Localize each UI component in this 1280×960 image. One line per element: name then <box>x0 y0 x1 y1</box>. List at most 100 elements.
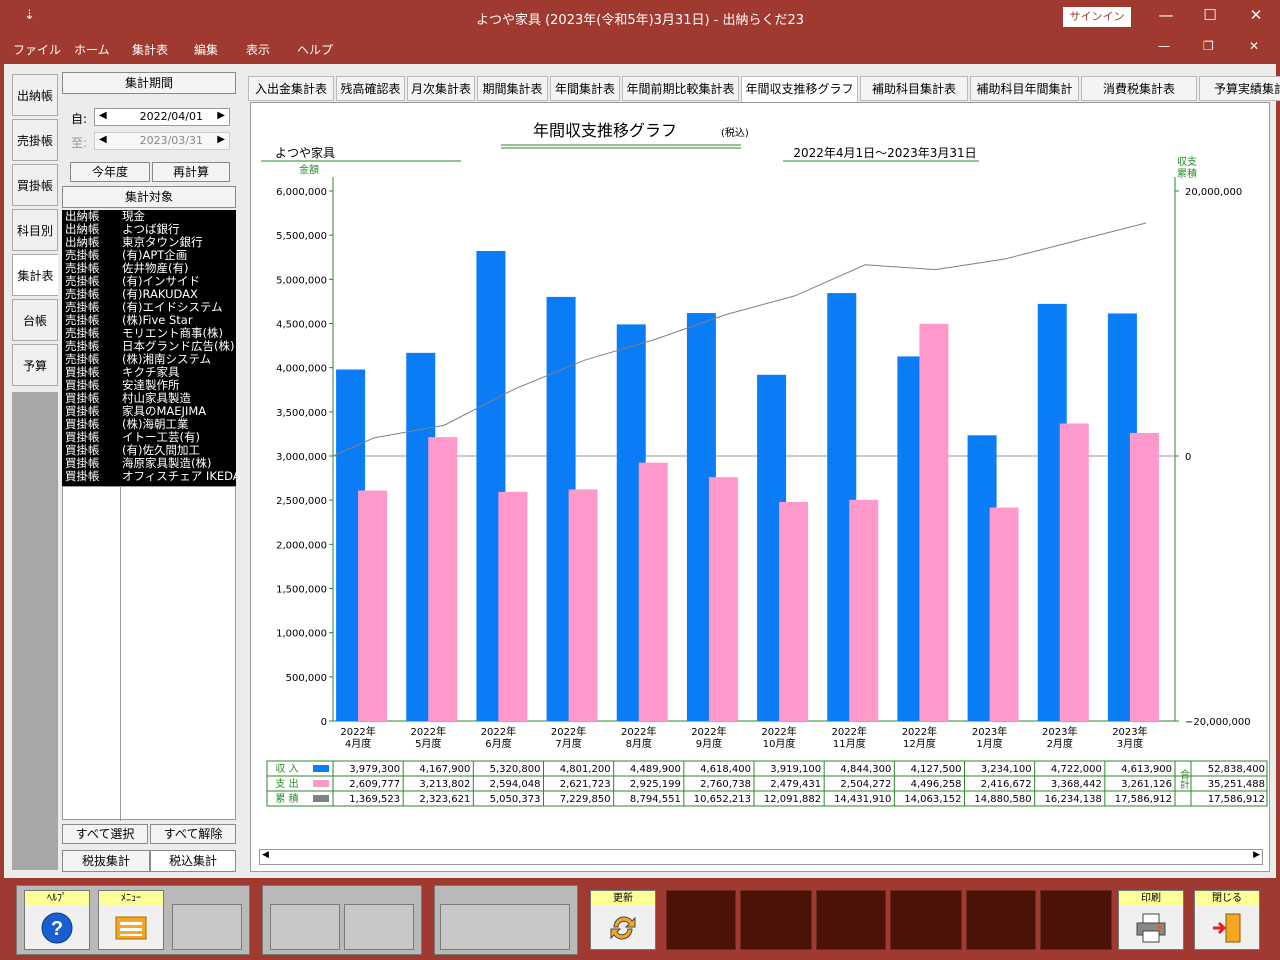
y2-axis-label: 累積 <box>1177 167 1197 180</box>
to-date-field[interactable]: ◀ 2023/03/31 ▶ <box>94 132 230 150</box>
report-tab[interactable]: 予算実績集計表 <box>1199 76 1280 101</box>
tax-excl-tab[interactable]: 税抜集計 <box>62 850 150 872</box>
table-cell: 14,063,152 <box>904 794 961 805</box>
report-tab[interactable]: 補助科目年間集計表 <box>970 76 1079 120</box>
report-tab[interactable]: 消費税集計表 <box>1081 76 1197 101</box>
expense-bar <box>849 499 879 721</box>
close-icon[interactable]: ✕ <box>1244 6 1268 28</box>
y-tick-label: 3,500,000 <box>276 408 327 419</box>
side-tab-payable[interactable]: 買掛帳 <box>12 164 58 206</box>
x-tick-label-month: 12月度 <box>903 737 936 750</box>
horizontal-scrollbar[interactable]: ◀ ▶ <box>259 849 1263 865</box>
menu-home[interactable]: ホーム <box>74 41 110 58</box>
menu-edit[interactable]: 編集 <box>194 41 218 58</box>
target-row[interactable]: 買掛帳 オフィスチェア IKEDA <box>62 470 241 483</box>
table-cell: 4,127,500 <box>911 764 962 775</box>
y2-tick-label: −20,000,000 <box>1185 717 1251 728</box>
table-cell: 8,794,551 <box>630 794 681 805</box>
refresh-label: 更新 <box>591 891 655 906</box>
side-tab-receivable[interactable]: 売掛帳 <box>12 119 58 161</box>
y2-axis-label: 収支 <box>1177 156 1197 168</box>
menu-file[interactable]: ファイル <box>13 41 61 58</box>
table-cell: 5,320,800 <box>490 764 541 775</box>
x-tick-label-month: 11月度 <box>833 737 866 750</box>
y-tick-label: 500,000 <box>286 673 327 684</box>
tax-incl-tab[interactable]: 税込集計 <box>150 850 236 872</box>
empty-slot <box>270 904 340 950</box>
mdi-close-icon[interactable]: ✕ <box>1249 39 1259 53</box>
menu-view[interactable]: 表示 <box>246 41 270 58</box>
y-axis-label: 金額 <box>299 163 319 176</box>
menu-bar: ファイル ホーム 集計表 編集 表示 ヘルプ — ❐ ✕ <box>0 36 1280 62</box>
report-tab[interactable]: 年間収支推移グラフ <box>741 76 858 103</box>
empty-slot <box>966 890 1036 950</box>
client-area: 出納帳 売掛帳 買掛帳 科目別 集計表 台帳 予算 集計期間 自: ◀ 2022… <box>4 64 1280 878</box>
help-button[interactable]: ﾍﾙﾌﾟ ? <box>24 890 90 950</box>
series-name: 支 出 <box>275 777 298 790</box>
report-tab[interactable]: 期間集計表 <box>477 76 548 101</box>
report-tab[interactable]: 補助科目集計表 <box>860 76 968 101</box>
next-date-icon[interactable]: ▶ <box>217 110 225 121</box>
this-year-button[interactable]: 今年度 <box>70 162 150 182</box>
close-button[interactable]: 閉じる <box>1194 890 1260 950</box>
table-cell: 4,844,300 <box>840 764 891 775</box>
x-tick-label-year: 2022年 <box>411 725 446 738</box>
side-tab-budget[interactable]: 予算 <box>12 344 58 386</box>
y-tick-label: 2,000,000 <box>276 540 327 551</box>
table-total-cell: 52,838,400 <box>1208 764 1265 775</box>
menu-help[interactable]: ヘルプ <box>297 41 333 58</box>
scroll-right-icon[interactable]: ▶ <box>1253 850 1260 860</box>
signin-button[interactable]: サインイン <box>1063 7 1131 27</box>
report-tab[interactable]: 入出金集計表 <box>248 76 334 101</box>
expense-bar <box>989 507 1019 721</box>
table-cell: 4,722,000 <box>1051 764 1102 775</box>
next-date-icon[interactable]: ▶ <box>217 134 225 145</box>
mdi-minimize-icon[interactable]: — <box>1158 39 1170 53</box>
x-tick-label-month: 6月度 <box>485 737 511 750</box>
expense-bar <box>919 323 949 721</box>
series-swatch <box>313 765 329 772</box>
menu-summary[interactable]: 集計表 <box>132 41 168 58</box>
select-all-button[interactable]: すべて選択 <box>62 824 148 844</box>
mdi-restore-icon[interactable]: ❐ <box>1203 39 1214 53</box>
y-tick-label: 4,000,000 <box>276 364 327 375</box>
report-tab[interactable]: 年間前期比較集計表 <box>622 76 739 101</box>
report-tab[interactable]: 年間集計表 <box>550 76 620 101</box>
prev-date-icon[interactable]: ◀ <box>99 134 107 145</box>
maximize-icon[interactable]: ☐ <box>1198 6 1222 28</box>
menu-button[interactable]: ﾒﾆｭｰ <box>98 890 164 950</box>
minimize-icon[interactable]: — <box>1154 6 1178 28</box>
empty-slot <box>666 890 736 950</box>
to-date-value: 2023/03/31 <box>139 134 203 147</box>
side-tab-summary[interactable]: 集計表 <box>12 254 58 296</box>
expense-bar <box>358 490 388 721</box>
report-tab[interactable]: 月次集計表 <box>407 76 475 101</box>
series-swatch <box>313 780 329 787</box>
target-list[interactable]: 出納帳 現金 出納帳 よつば銀行 出納帳 東京タウン銀行 売掛帳 (有)APT企画 売掛帳 佐井物… <box>62 210 241 486</box>
empty-slot <box>172 904 242 950</box>
x-tick-label-month: 10月度 <box>763 737 796 750</box>
x-tick-label-year: 2022年 <box>832 725 867 738</box>
deselect-all-button[interactable]: すべて解除 <box>150 824 236 844</box>
side-tab-ledger[interactable]: 台帳 <box>12 299 58 341</box>
prev-date-icon[interactable]: ◀ <box>99 110 107 121</box>
cumulative-line <box>332 222 1147 457</box>
table-total-cell: 17,586,912 <box>1208 794 1265 805</box>
print-button[interactable]: 印刷 <box>1118 890 1184 950</box>
x-tick-label-year: 2022年 <box>551 725 586 738</box>
report-tab[interactable]: 残高確認表 <box>336 76 405 101</box>
table-cell: 1,369,523 <box>349 794 400 805</box>
table-cell: 2,760,738 <box>700 779 751 790</box>
refresh-button[interactable]: 更新 <box>590 890 656 950</box>
x-tick-label-month: 2月度 <box>1047 737 1073 750</box>
side-tab-by-account[interactable]: 科目別 <box>12 209 58 251</box>
side-tab-cashbook[interactable]: 出納帳 <box>12 74 58 116</box>
x-tick-label-year: 2022年 <box>691 725 726 738</box>
x-tick-label-month: 9月度 <box>696 737 722 750</box>
from-date-field[interactable]: ◀ 2022/04/01 ▶ <box>94 108 230 126</box>
recalc-button[interactable]: 再計算 <box>152 162 230 182</box>
empty-slot <box>344 904 414 950</box>
scroll-left-icon[interactable]: ◀ <box>262 850 269 860</box>
table-cell: 4,618,400 <box>700 764 751 775</box>
table-cell: 4,167,900 <box>419 764 470 775</box>
